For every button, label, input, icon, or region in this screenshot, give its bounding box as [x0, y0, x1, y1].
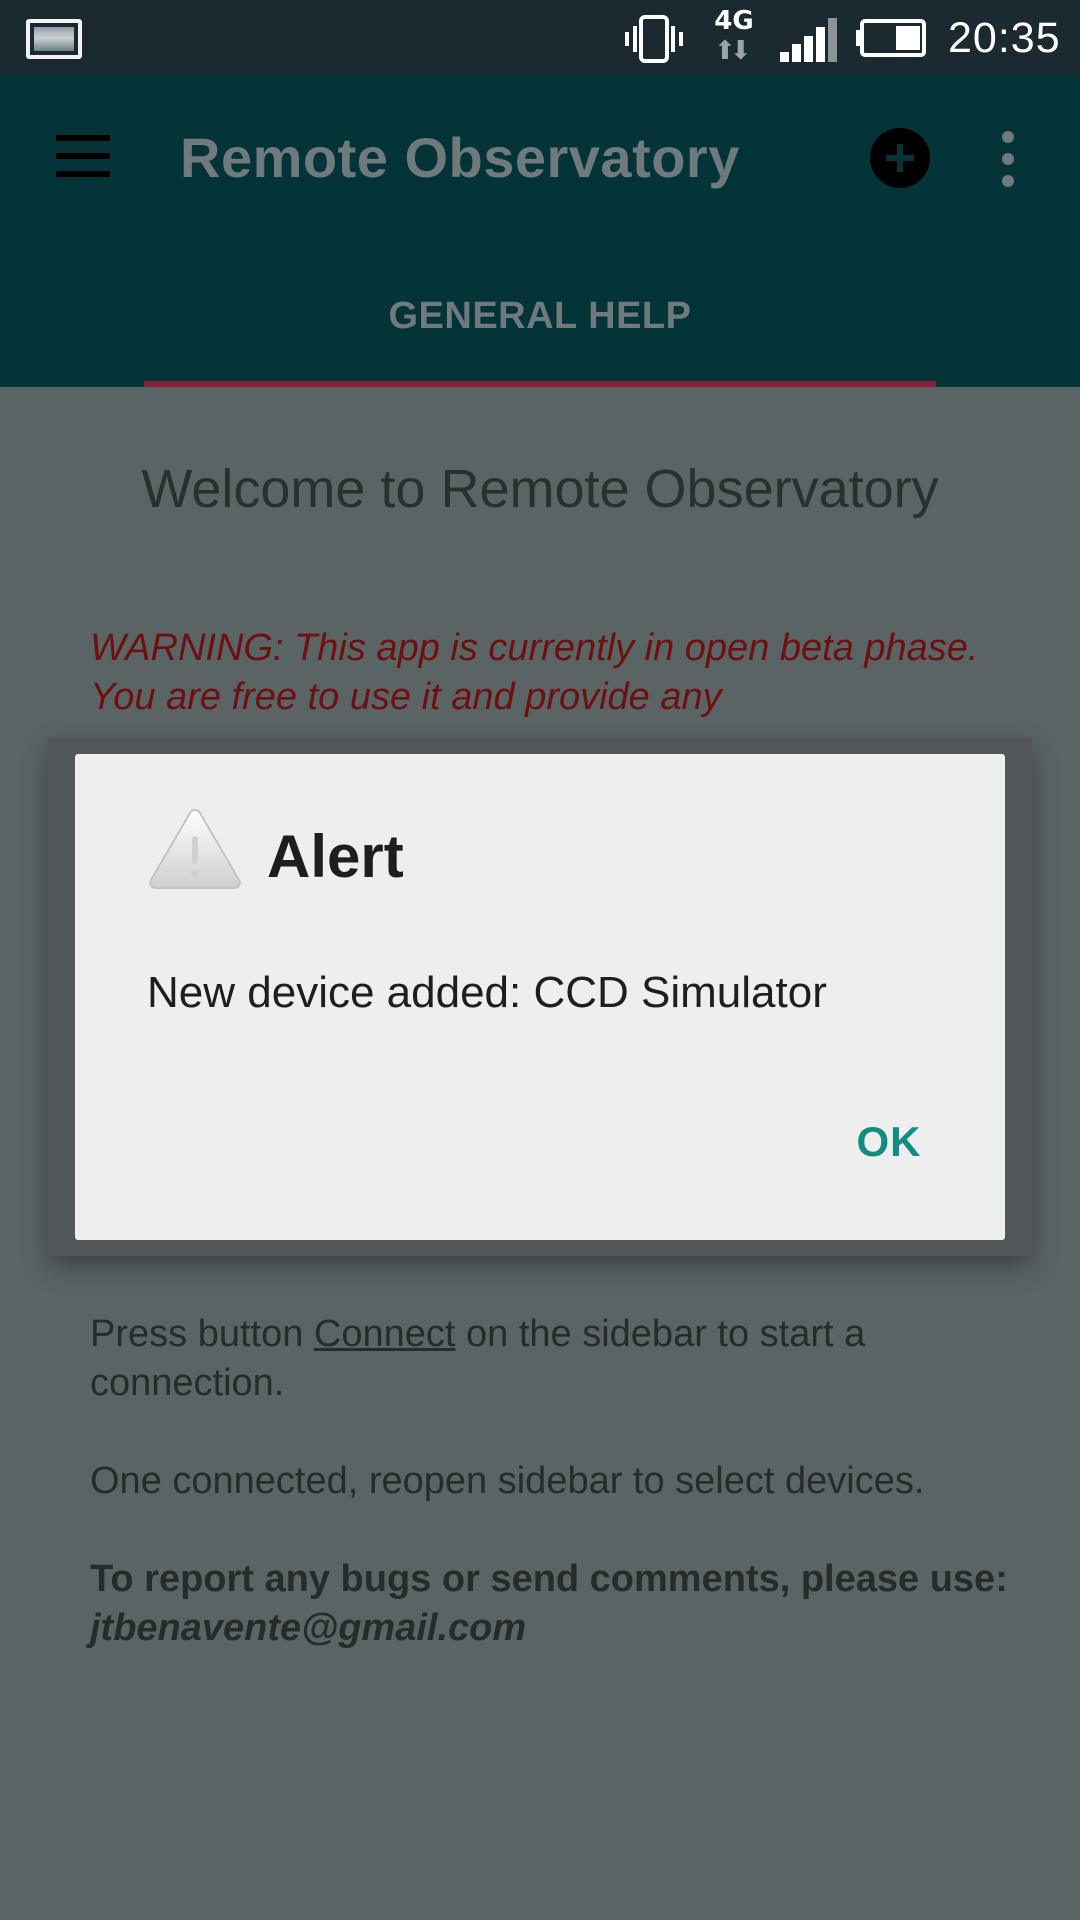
signal-icon: [780, 18, 837, 62]
report-email-link[interactable]: jtbenavente@gmail.com: [90, 1607, 526, 1649]
network-4g-icon: 4G ⬆⬇: [712, 6, 756, 70]
app-title: Remote Observatory: [180, 126, 740, 189]
report-bugs-text: To report any bugs or send comments, ple…: [90, 1555, 1040, 1653]
alert-dialog: Alert New device added: CCD Simulator OK: [75, 754, 1005, 1240]
menu-icon[interactable]: [56, 135, 112, 177]
add-circle-icon[interactable]: [870, 128, 930, 188]
vibrate-icon: [625, 15, 683, 63]
connect-instructions: Press button Connect on the sidebar to s…: [90, 1310, 1040, 1408]
dialog-message: New device added: CCD Simulator: [147, 968, 827, 1017]
connect-prefix: Press button: [90, 1313, 314, 1355]
connect-link[interactable]: Connect: [314, 1313, 456, 1355]
dialog-title: Alert: [267, 823, 404, 890]
app-bar: Remote Observatory GENERAL HELP: [0, 75, 1080, 387]
network-type-label: 4G: [714, 6, 754, 36]
ok-button[interactable]: OK: [819, 1102, 959, 1182]
tab-label: GENERAL HELP: [388, 295, 692, 337]
gallery-icon: [26, 19, 82, 59]
beta-warning-text: WARNING: This app is currently in open b…: [90, 627, 979, 718]
status-time: 20:35: [948, 14, 1061, 62]
warning-icon: [149, 808, 241, 889]
status-bar: 4G ⬆⬇ 20:35: [0, 0, 1080, 75]
overflow-menu-icon[interactable]: [996, 131, 1020, 187]
select-devices-text: One connected, reopen sidebar to select …: [90, 1460, 925, 1502]
tab-indicator: [144, 381, 936, 387]
report-prefix: To report any bugs or send comments, ple…: [90, 1558, 1008, 1600]
tab-general-help[interactable]: GENERAL HELP: [144, 275, 936, 387]
battery-icon: [856, 19, 926, 57]
welcome-title: Welcome to Remote Observatory: [141, 459, 939, 519]
